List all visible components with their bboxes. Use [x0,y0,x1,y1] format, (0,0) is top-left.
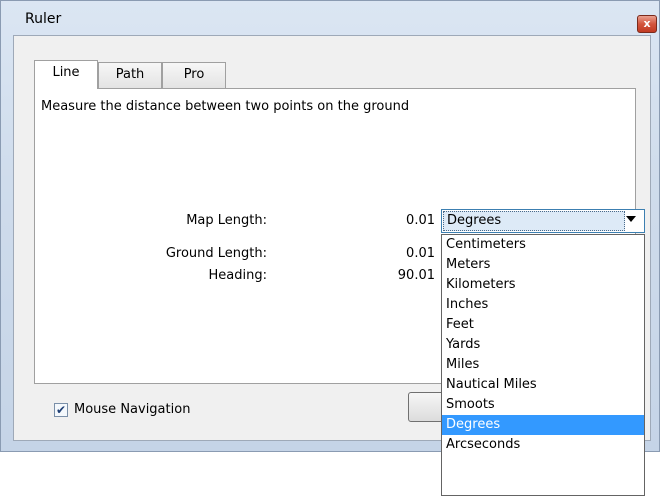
window-title: Ruler [25,11,62,27]
unit-option-arcseconds[interactable]: Arcseconds [442,435,644,455]
tab-path[interactable]: Path [98,62,162,88]
unit-option-smoots[interactable]: Smoots [442,395,644,415]
chevron-down-icon[interactable] [626,216,636,222]
close-icon: x [643,17,651,30]
title-bar[interactable]: Ruler x [1,1,659,35]
units-select[interactable]: Degrees [441,209,645,233]
unit-option-inches[interactable]: Inches [442,295,644,315]
unit-option-degrees[interactable]: Degrees [442,415,644,435]
mouse-navigation-checkbox[interactable]: ✔ [54,403,68,417]
unit-option-kilometers[interactable]: Kilometers [442,275,644,295]
description-text: Measure the distance between two points … [41,99,410,114]
map-length-value: 0.01 [406,213,435,228]
ground-length-value: 0.01 [406,246,435,261]
ground-length-label: Ground Length: [165,246,267,261]
unit-option-nautical-miles[interactable]: Nautical Miles [442,375,644,395]
unit-option-feet[interactable]: Feet [442,315,644,335]
unit-option-miles[interactable]: Miles [442,355,644,375]
tab-line[interactable]: Line [34,60,98,89]
dialog-body: Line Path Pro Measure the distance betwe… [13,35,651,496]
line-tab-panel: Measure the distance between two points … [34,88,645,496]
units-dropdown-list: Centimeters Meters Kilometers Inches Fee… [441,234,645,496]
close-button[interactable]: x [637,15,657,33]
map-length-label: Map Length: [186,213,267,228]
unit-option-meters[interactable]: Meters [442,255,644,275]
tab-pro[interactable]: Pro [162,62,226,88]
heading-label: Heading: [208,268,267,283]
unit-option-centimeters[interactable]: Centimeters [442,235,644,255]
heading-value: 90.01 [397,268,435,283]
unit-option-yards[interactable]: Yards [442,335,644,355]
ruler-window: Ruler x Line Path Pro Measure the distan… [0,0,660,496]
checkmark-icon: ✔ [55,403,67,417]
mouse-navigation-label[interactable]: Mouse Navigation [74,402,190,417]
units-select-value: Degrees [443,211,625,231]
